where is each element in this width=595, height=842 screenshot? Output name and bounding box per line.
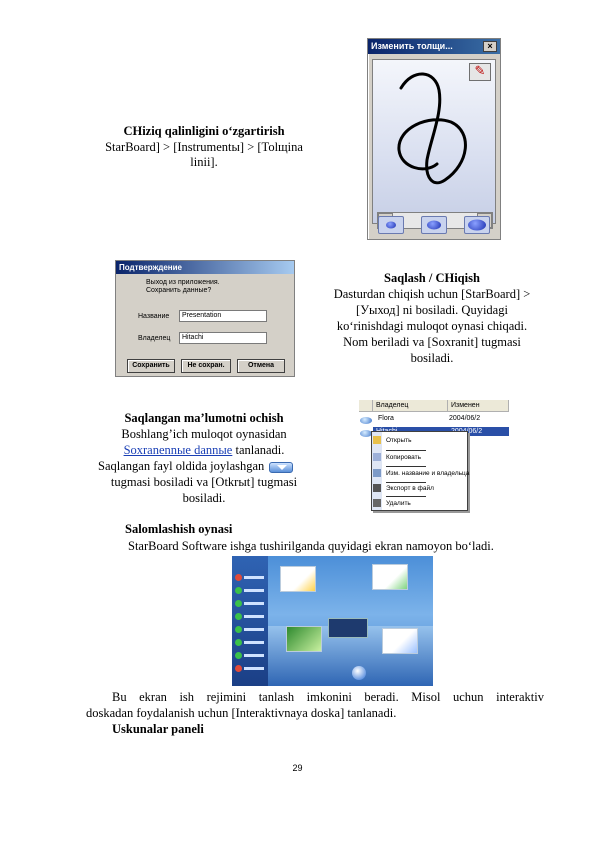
- thick-line-button[interactable]: [464, 216, 490, 234]
- open-toggle-icon[interactable]: [269, 461, 294, 473]
- thickness-dialog: Изменить толщи... × ✎ ◀ ▶: [367, 38, 501, 240]
- section3-line2-suffix: tanlanadi.: [232, 443, 285, 457]
- paragraph-line2: doskadan foydalanish uchun [Interaktivna…: [86, 706, 397, 720]
- open-folder-icon: [373, 436, 381, 444]
- menu-item-copy[interactable]: Копировать: [386, 454, 421, 461]
- section2-line4: Nom beriladi va [Soxranit] tugmasi: [343, 335, 521, 349]
- mode-button[interactable]: [235, 639, 265, 646]
- section2-line3: ko‘rinishdagi muloqot oynasi chiqadi.: [336, 319, 528, 333]
- overlay-mode-tile[interactable]: [382, 628, 418, 654]
- mode-button[interactable]: [235, 600, 265, 607]
- confirm-message-line2: Сохранить данные?: [146, 287, 212, 294]
- delete-icon: [373, 499, 381, 507]
- list-header-icon-col: [359, 400, 373, 412]
- section3-line2: Soxranennыe dannыe tanlanadi.: [92, 443, 316, 458]
- mode-button[interactable]: [235, 613, 265, 620]
- mode-button[interactable]: [235, 574, 265, 581]
- desktop-mode-tile[interactable]: [286, 626, 322, 652]
- confirm-dialog-title: Подтверждение: [116, 261, 294, 274]
- list-header-changed[interactable]: Изменен: [448, 400, 509, 412]
- owner-field[interactable]: Hitachi: [179, 332, 267, 344]
- welcome-screen: [232, 556, 433, 686]
- interactive-board-image: [328, 618, 368, 638]
- saved-data-link[interactable]: Soxranennыe dannыe: [124, 443, 233, 457]
- copy-icon: [373, 453, 381, 461]
- section-heading-open-saved: Saqlangan ma’lumotni ochish: [124, 411, 284, 425]
- nosave-button[interactable]: Не сохран.: [181, 359, 231, 373]
- export-icon: [373, 484, 381, 492]
- presentation-mode-tile[interactable]: [280, 566, 316, 592]
- section-heading-save-exit: Saqlash / CHiqish: [384, 271, 480, 285]
- confirm-message-line1: Выход из приложения.: [146, 279, 220, 286]
- section3-line3-wrap: Saqlangan fayl oldida joylashgan: [98, 459, 318, 474]
- file-icon: [360, 417, 372, 424]
- menu-item-delete[interactable]: Удалить: [386, 500, 411, 507]
- section-heading-line-width: CHiziq qalinligini o‘zgartirish: [123, 124, 285, 138]
- save-button[interactable]: Сохранить: [127, 359, 175, 373]
- page-number: 29: [292, 763, 303, 773]
- close-icon[interactable]: ×: [483, 41, 497, 52]
- menu-separator: [386, 496, 426, 497]
- confirm-dialog: Подтверждение Выход из приложения. Сохра…: [115, 260, 295, 377]
- list-header-owner[interactable]: Владелец: [373, 400, 448, 412]
- welcome-sidebar: [232, 556, 268, 686]
- confirm-message: Выход из приложения. Сохранить данные?: [146, 279, 220, 295]
- menu-item-export[interactable]: Экспорт в файл: [386, 485, 434, 492]
- section2-line2: [Уыход] ni bosiladi. Quyidagi: [356, 303, 508, 317]
- section-heading-toolbar: Uskunalar paneli: [112, 722, 204, 736]
- menu-separator: [386, 482, 426, 483]
- list-row1-owner[interactable]: Flora: [375, 414, 397, 423]
- medium-line-button[interactable]: [421, 216, 447, 234]
- section4-line1: StarBoard Software ishga tushirilganda q…: [128, 539, 494, 553]
- mode-button[interactable]: [235, 665, 265, 672]
- thickness-preview-canvas: ✎ ◀ ▶: [372, 59, 496, 229]
- section2-line5: bosiladi.: [410, 351, 454, 365]
- whiteboard-mode-tile[interactable]: [372, 564, 408, 590]
- section3-line3: Saqlangan fayl oldida joylashgan: [98, 459, 265, 473]
- context-menu: Открыть Копировать Изм. название и владе…: [371, 431, 469, 511]
- name-label: Название: [138, 313, 170, 320]
- starboard-logo-icon: [352, 666, 366, 680]
- menu-separator: [386, 450, 426, 451]
- section1-text-line2: linii].: [190, 155, 218, 169]
- cancel-button[interactable]: Отмена: [237, 359, 285, 373]
- section1-text-line1: StarBoard] > [Instrumentы] > [Tolщina: [105, 140, 303, 154]
- menu-item-rename[interactable]: Изм. название и владельца: [386, 470, 469, 477]
- thickness-dialog-title: Изменить толщи...: [368, 39, 500, 54]
- menu-item-open[interactable]: Открыть: [386, 437, 412, 444]
- stroke-preview: [397, 72, 467, 185]
- section-heading-welcome: Salomlashish oynasi: [125, 522, 233, 536]
- thin-line-button[interactable]: [378, 216, 404, 234]
- paragraph-line1: Bu ekran ish rejimini tanlash imkonini b…: [112, 690, 544, 704]
- section3-line4: tugmasi bosiladi va [Otkrыt] tugmasi: [110, 475, 298, 489]
- mode-button[interactable]: [235, 652, 265, 659]
- section3-line1: Boshlang’ich muloqot oynasidan: [121, 427, 287, 441]
- owner-label: Владелец: [138, 335, 171, 342]
- section3-line5: bosiladi.: [182, 491, 226, 505]
- rename-icon: [373, 469, 381, 477]
- mode-button[interactable]: [235, 626, 265, 633]
- section2-line1: Dasturdan chiqish uchun [StarBoard] >: [333, 287, 531, 301]
- list-row1-date[interactable]: 2004/06/2: [446, 414, 483, 423]
- menu-separator: [386, 466, 426, 467]
- mode-button[interactable]: [235, 587, 265, 594]
- name-field[interactable]: Presentation: [179, 310, 267, 322]
